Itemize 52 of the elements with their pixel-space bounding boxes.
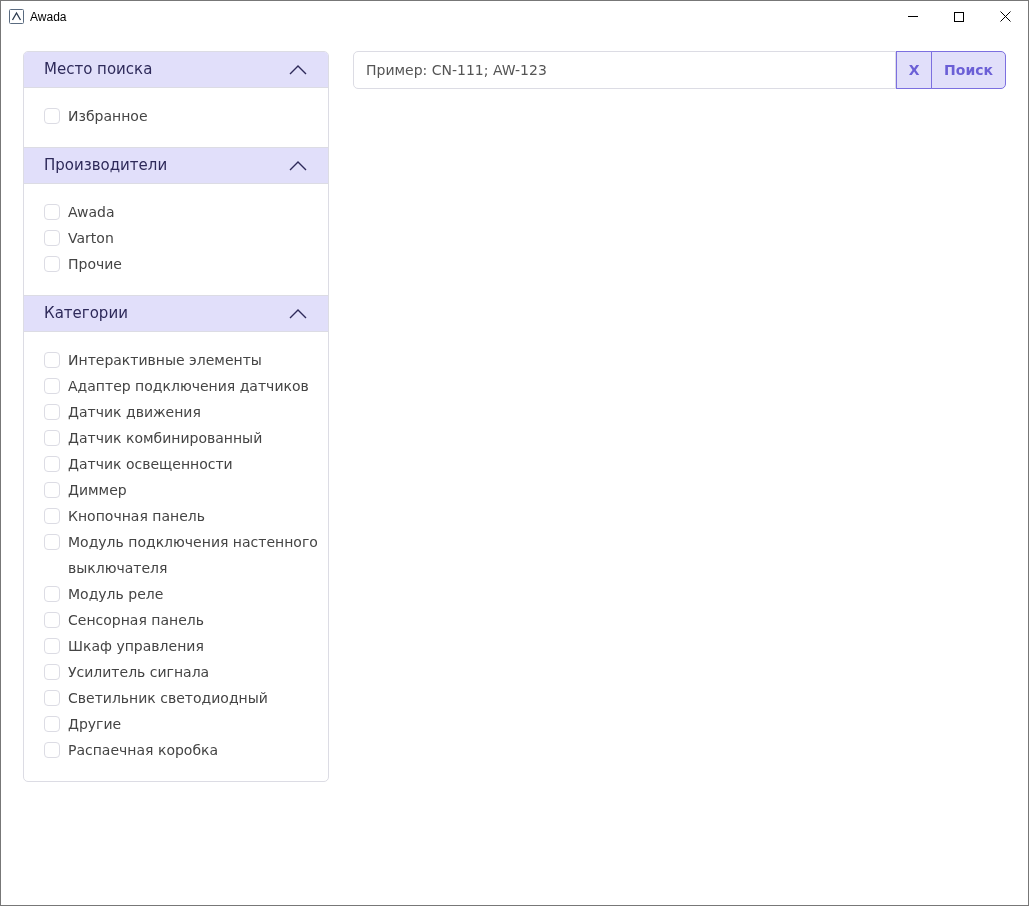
checkbox[interactable] <box>44 204 60 220</box>
checkbox-row[interactable]: Прочие <box>44 251 318 277</box>
checkbox[interactable] <box>44 456 60 472</box>
checkbox-row[interactable]: Адаптер подключения датчиков <box>44 373 318 399</box>
checkbox-row[interactable]: Диммер <box>44 477 318 503</box>
close-icon <box>999 11 1011 22</box>
checkbox[interactable] <box>44 742 60 758</box>
checkbox-row[interactable]: Датчик движения <box>44 399 318 425</box>
search-button[interactable]: Поиск <box>931 51 1006 89</box>
checkbox-row[interactable]: Интерактивные элементы <box>44 347 318 373</box>
maximize-icon <box>954 11 964 22</box>
checkbox-row[interactable]: Датчик комбинированный <box>44 425 318 451</box>
section-header[interactable]: Производители <box>24 148 328 184</box>
chevron-up-icon <box>289 160 307 171</box>
checkbox-row[interactable]: Избранное <box>44 103 318 129</box>
checkbox[interactable] <box>44 378 60 394</box>
checkbox-row[interactable]: Шкаф управления <box>44 633 318 659</box>
checkbox-row[interactable]: Другие <box>44 711 318 737</box>
checkbox[interactable] <box>44 430 60 446</box>
checkbox-row[interactable]: Модуль подключения настенного выключателя <box>44 529 318 581</box>
section-header[interactable]: Место поиска <box>24 52 328 88</box>
checkbox[interactable] <box>44 230 60 246</box>
checkbox[interactable] <box>44 690 60 706</box>
checkbox[interactable] <box>44 508 60 524</box>
search-field[interactable]: Пример: CN-111; AW-123 <box>353 51 897 89</box>
checkbox-row[interactable]: Распаечная коробка <box>44 737 318 763</box>
checkbox-row[interactable]: Датчик освещенности <box>44 451 318 477</box>
checkbox[interactable] <box>44 256 60 272</box>
minimize-icon <box>908 16 918 17</box>
chevron-up-icon <box>289 64 307 75</box>
checkbox-row[interactable]: Кнопочная панель <box>44 503 318 529</box>
checkbox[interactable] <box>44 638 60 654</box>
checkbox[interactable] <box>44 664 60 680</box>
app-logo-icon <box>9 9 24 24</box>
checkbox[interactable] <box>44 108 60 124</box>
checkbox[interactable] <box>44 404 60 420</box>
checkbox-row[interactable]: Светильник светодиодный <box>44 685 318 711</box>
checkbox[interactable] <box>44 482 60 498</box>
section-header[interactable]: Категории <box>24 296 328 332</box>
checkbox[interactable] <box>44 716 60 732</box>
checkbox-row[interactable]: Модуль реле <box>44 581 318 607</box>
checkbox-row[interactable]: Сенсорная панель <box>44 607 318 633</box>
clear-button[interactable]: X <box>896 51 933 89</box>
checkbox[interactable] <box>44 612 60 628</box>
checkbox-row[interactable]: Усилитель сигнала <box>44 659 318 685</box>
window-title: Awada <box>30 8 67 26</box>
checkbox-row[interactable]: Awada <box>44 199 318 225</box>
checkbox[interactable] <box>44 534 60 550</box>
checkbox[interactable] <box>44 352 60 368</box>
checkbox[interactable] <box>44 586 60 602</box>
chevron-up-icon <box>289 308 307 319</box>
checkbox-row[interactable]: Varton <box>44 225 318 251</box>
